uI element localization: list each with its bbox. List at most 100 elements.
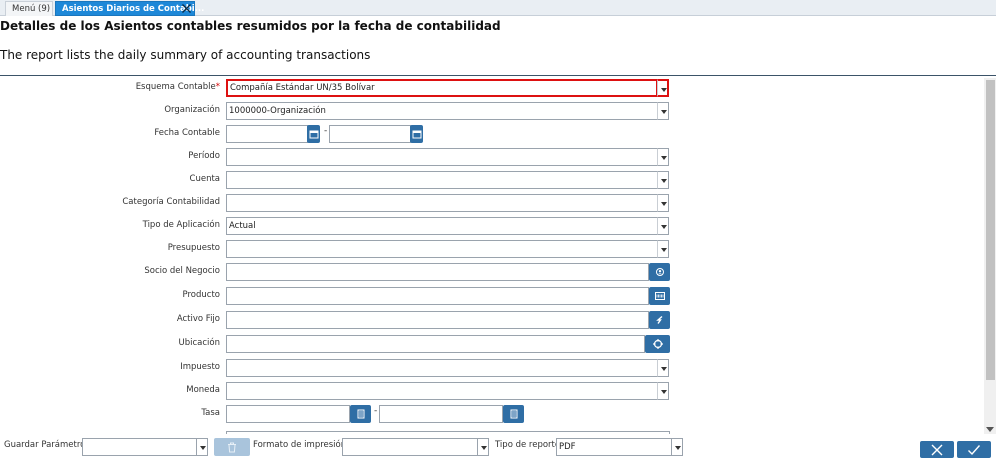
- row-ubicacion: Ubicación: [0, 335, 980, 353]
- row-presupuesto: Presupuesto: [0, 240, 980, 258]
- impuesto-dropdown[interactable]: [657, 359, 669, 377]
- categoria-contable-field[interactable]: [226, 194, 658, 212]
- bottom-toolbar: Guardar Parámetro Formato de impresión T…: [0, 434, 996, 459]
- guardar-parametro-field[interactable]: [82, 438, 197, 456]
- cuenta-field[interactable]: [226, 171, 658, 189]
- esquema-contable-dropdown[interactable]: [657, 79, 669, 97]
- tab-report[interactable]: Asientos Diarios de Contabi...: [55, 1, 204, 16]
- fecha-contable-from-field[interactable]: [226, 125, 308, 143]
- row-cuenta: Cuenta: [0, 171, 980, 189]
- tasa-label: Tasa: [201, 408, 220, 418]
- fecha-contable-from-calendar[interactable]: [307, 125, 320, 143]
- fecha-contable-to-field[interactable]: [329, 125, 411, 143]
- fecha-contable-separator: -: [324, 126, 328, 136]
- calculator-icon: [357, 409, 364, 419]
- row-fecha-contable: Fecha Contable -: [0, 125, 980, 143]
- location-icon: [652, 339, 663, 349]
- row-categoria-contable: Categoría Contabilidad: [0, 194, 980, 212]
- delete-parameter-button[interactable]: [214, 438, 250, 456]
- presupuesto-dropdown[interactable]: [657, 240, 669, 258]
- scroll-down-arrow[interactable]: [986, 427, 994, 432]
- row-tasa: Tasa -: [0, 405, 980, 423]
- calculator-icon: [510, 409, 517, 419]
- report-title: Detalles de los Asientos contables resum…: [0, 19, 501, 33]
- ubicacion-label: Ubicación: [178, 338, 220, 348]
- producto-field[interactable]: [226, 287, 649, 305]
- row-organizacion: Organización 1000000-Organización: [0, 102, 980, 120]
- ok-button[interactable]: [957, 441, 991, 458]
- row-socio-negocio: Socio del Negocio: [0, 263, 980, 281]
- tasa-to-field[interactable]: [379, 405, 503, 423]
- ubicacion-field[interactable]: [226, 335, 645, 353]
- row-impuesto: Impuesto: [0, 359, 980, 377]
- row-periodo: Período: [0, 148, 980, 166]
- periodo-label: Período: [188, 151, 220, 161]
- esquema-contable-label: Esquema Contable*: [135, 82, 220, 92]
- formato-impresion-dropdown[interactable]: [477, 438, 489, 456]
- activo-fijo-field[interactable]: [226, 311, 649, 329]
- tab-menu[interactable]: Menú (9): [5, 1, 53, 16]
- fecha-contable-label: Fecha Contable: [154, 128, 220, 138]
- fecha-contable-to-calendar[interactable]: [410, 125, 423, 143]
- tipo-aplicacion-label: Tipo de Aplicación: [142, 220, 220, 230]
- cuenta-label: Cuenta: [189, 174, 220, 184]
- organizacion-field[interactable]: 1000000-Organización: [226, 102, 658, 120]
- tipo-reporte-label: Tipo de reporte: [495, 440, 561, 450]
- vertical-scrollbar[interactable]: [984, 78, 996, 434]
- row-tipo-aplicacion: Tipo de Aplicación Actual: [0, 217, 980, 235]
- row-producto: Producto: [0, 287, 980, 305]
- tipo-reporte-dropdown[interactable]: [671, 438, 683, 456]
- tasa-to-calculator[interactable]: [503, 405, 524, 423]
- categoria-contable-dropdown[interactable]: [657, 194, 669, 212]
- guardar-parametro-label: Guardar Parámetro: [4, 440, 86, 450]
- categoria-contable-label: Categoría Contabilidad: [122, 197, 220, 207]
- row-moneda: Moneda: [0, 382, 980, 400]
- tasa-from-calculator[interactable]: [350, 405, 371, 423]
- tipo-reporte-field[interactable]: PDF: [556, 438, 672, 456]
- row-esquema-contable: Esquema Contable* Compañía Estándar UN/3…: [0, 79, 980, 97]
- periodo-field[interactable]: [226, 148, 658, 166]
- close-icon[interactable]: [181, 3, 192, 14]
- calendar-icon: [309, 130, 318, 139]
- tasa-separator: -: [374, 406, 378, 416]
- guardar-parametro-dropdown[interactable]: [196, 438, 208, 456]
- socio-negocio-field[interactable]: [226, 263, 649, 281]
- check-icon: [968, 444, 981, 455]
- ubicacion-search-button[interactable]: [645, 335, 670, 353]
- producto-search-button[interactable]: [649, 287, 670, 305]
- producto-label: Producto: [182, 290, 220, 300]
- activo-fijo-search-button[interactable]: [649, 311, 670, 329]
- impuesto-label: Impuesto: [180, 362, 220, 372]
- close-icon: [931, 444, 943, 455]
- cancel-button[interactable]: [920, 441, 954, 458]
- moneda-dropdown[interactable]: [657, 382, 669, 400]
- presupuesto-field[interactable]: [226, 240, 658, 258]
- moneda-label: Moneda: [186, 385, 220, 395]
- socio-negocio-label: Socio del Negocio: [144, 266, 220, 276]
- impuesto-field[interactable]: [226, 359, 658, 377]
- calendar-icon: [412, 130, 421, 139]
- trash-icon: [228, 442, 236, 453]
- esquema-contable-field[interactable]: Compañía Estándar UN/35 Bolívar: [226, 79, 658, 97]
- moneda-field[interactable]: [226, 382, 658, 400]
- formato-impresion-field[interactable]: [342, 438, 478, 456]
- tasa-from-field[interactable]: [226, 405, 350, 423]
- tipo-aplicacion-field[interactable]: Actual: [226, 217, 658, 235]
- row-activo-fijo: Activo Fijo: [0, 311, 980, 329]
- socio-negocio-search-button[interactable]: [649, 263, 670, 281]
- organizacion-dropdown[interactable]: [657, 102, 669, 120]
- asset-icon: [655, 315, 662, 324]
- periodo-dropdown[interactable]: [657, 148, 669, 166]
- product-icon: [654, 292, 665, 300]
- formato-impresion-label: Formato de impresión: [253, 440, 347, 450]
- report-description: The report lists the daily summary of ac…: [0, 48, 371, 62]
- business-partner-icon: [655, 268, 664, 276]
- header-divider: [0, 75, 996, 76]
- tab-bar: Menú (9) Asientos Diarios de Contabi...: [0, 0, 996, 16]
- presupuesto-label: Presupuesto: [167, 243, 220, 253]
- cuenta-dropdown[interactable]: [657, 171, 669, 189]
- scrollbar-thumb[interactable]: [986, 80, 995, 380]
- activo-fijo-label: Activo Fijo: [176, 314, 220, 324]
- organizacion-label: Organización: [164, 105, 220, 115]
- tipo-aplicacion-dropdown[interactable]: [657, 217, 669, 235]
